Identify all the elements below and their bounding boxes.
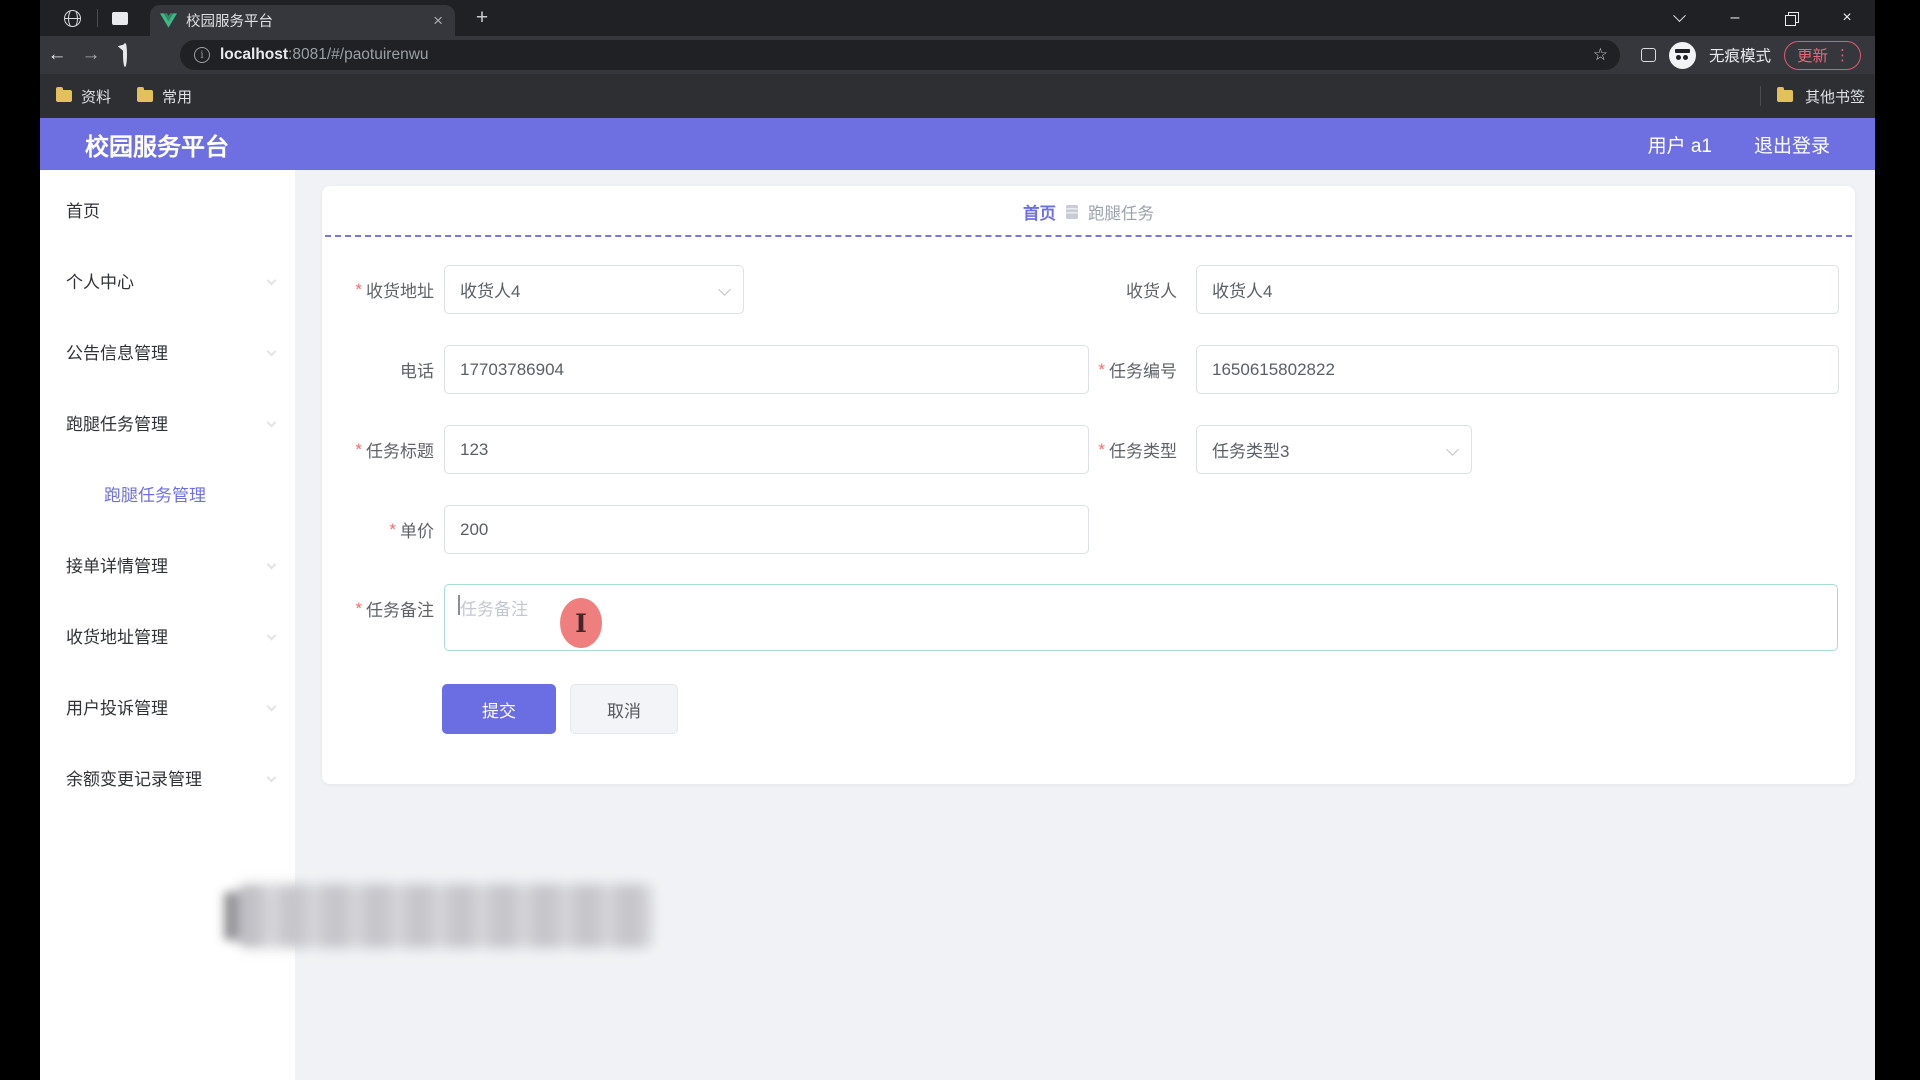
site-info-icon[interactable]: i xyxy=(194,47,210,63)
header-user-label[interactable]: 用户 a1 xyxy=(1648,131,1712,158)
field-label-task-number: * 任务编号 xyxy=(1098,359,1177,382)
sidebar-item-order-detail-mgmt[interactable]: 接单详情管理 xyxy=(40,529,295,600)
bookmark-folder-2[interactable]: 常用 xyxy=(137,86,192,107)
field-label-task-type: * 任务类型 xyxy=(1098,439,1177,462)
field-label-task-title: * 任务标题 xyxy=(355,439,434,462)
globe-icon xyxy=(63,9,81,27)
reload-icon xyxy=(123,42,127,67)
sidebar-item-personal-center[interactable]: 个人中心 xyxy=(40,245,295,316)
field-label-address: * 收货地址 xyxy=(355,279,434,302)
text-cursor-icon: I xyxy=(575,608,587,638)
tab-blank[interactable] xyxy=(102,4,138,32)
receiver-input[interactable] xyxy=(1196,265,1839,314)
sidebar-item-complaint-mgmt[interactable]: 用户投诉管理 xyxy=(40,671,295,742)
folder-icon xyxy=(56,87,72,102)
toolbar-right: 无痕模式 更新 ⋮ xyxy=(1640,36,1875,74)
address-bar[interactable]: i localhost:8081/#/paotuirenwu ☆ xyxy=(180,40,1620,70)
submit-button[interactable]: 提交 xyxy=(442,684,556,734)
screen: 校园服务平台 × + – × ← → i localhost:8081/#/pa… xyxy=(0,0,1920,1080)
task-type-select[interactable] xyxy=(1196,425,1472,474)
window-controls: – × xyxy=(1651,0,1875,36)
blank-favicon-icon xyxy=(112,11,128,25)
text-caret xyxy=(458,595,460,615)
bookmarks-bar: 资料 常用 其他书签 xyxy=(40,74,1875,118)
update-button[interactable]: 更新 ⋮ xyxy=(1783,40,1861,70)
dashed-divider xyxy=(325,235,1852,237)
side-panel-icon[interactable] xyxy=(1640,48,1656,62)
close-window-button[interactable]: × xyxy=(1819,0,1875,36)
vue-logo-icon xyxy=(160,13,177,28)
document-icon xyxy=(1066,205,1078,219)
chevron-down-icon xyxy=(266,630,277,641)
bookmarks-divider xyxy=(1759,86,1761,106)
sidebar-item-balance-record-mgmt[interactable]: 余额变更记录管理 xyxy=(40,742,295,813)
sidebar-item-home[interactable]: 首页 xyxy=(40,174,295,245)
menu-dots-icon[interactable]: ⋮ xyxy=(1835,46,1850,64)
form-card: 首页 跑腿任务 * 收货地址 收货人4 收货人 收货人4 电话 17703786… xyxy=(322,186,1855,784)
breadcrumb: 首页 跑腿任务 xyxy=(322,200,1855,224)
logout-link[interactable]: 退出登录 xyxy=(1754,131,1830,158)
url-text: localhost:8081/#/paotuirenwu xyxy=(220,46,429,64)
other-bookmarks[interactable]: 其他书签 xyxy=(1759,74,1865,118)
task-remark-textarea[interactable] xyxy=(444,584,1838,651)
breadcrumb-current: 跑腿任务 xyxy=(1088,205,1154,223)
chevron-down-icon xyxy=(266,559,277,570)
field-label-receiver: 收货人 xyxy=(1126,282,1177,301)
restore-icon xyxy=(1785,12,1799,26)
chevron-down-icon xyxy=(266,275,277,286)
incognito-label: 无痕模式 xyxy=(1708,48,1771,65)
field-label-unit-price: * 单价 xyxy=(389,519,434,542)
window-chevron-icon[interactable] xyxy=(1651,0,1707,36)
app-brand-title: 校园服务平台 xyxy=(85,133,229,161)
close-tab-icon[interactable]: × xyxy=(431,11,445,31)
browser-toolbar: ← → i localhost:8081/#/paotuirenwu ☆ 无痕模… xyxy=(40,36,1875,74)
sidebar-item-announcement-mgmt[interactable]: 公告信息管理 xyxy=(40,316,295,387)
new-tab-button[interactable]: + xyxy=(468,4,496,32)
reload-button[interactable] xyxy=(108,42,142,67)
chevron-down-icon xyxy=(266,346,277,357)
tab-title: 校园服务平台 xyxy=(186,14,273,30)
chevron-down-icon xyxy=(266,772,277,783)
task-number-input[interactable] xyxy=(1196,345,1839,394)
unit-price-input[interactable] xyxy=(444,505,1089,554)
field-label-phone: 电话 xyxy=(400,362,434,381)
tab-active[interactable]: 校园服务平台 × xyxy=(150,5,455,36)
tab-globe[interactable] xyxy=(50,4,94,32)
breadcrumb-home-link[interactable]: 首页 xyxy=(1023,200,1056,224)
mouse-cursor-indicator: I xyxy=(560,598,602,648)
address-select[interactable] xyxy=(444,265,744,314)
url-path: :8081/#/paotuirenwu xyxy=(288,46,429,63)
sidebar-item-address-mgmt[interactable]: 收货地址管理 xyxy=(40,600,295,671)
blurred-watermark xyxy=(238,884,653,948)
url-host: localhost xyxy=(220,46,289,63)
bookmark-folder-1[interactable]: 资料 xyxy=(56,86,111,107)
bookmark-star-icon[interactable]: ☆ xyxy=(1593,45,1608,65)
field-label-task-remark: * 任务备注 xyxy=(355,598,434,621)
folder-icon xyxy=(137,87,154,102)
app-header: 校园服务平台 用户 a1 退出登录 xyxy=(40,118,1875,170)
folder-icon xyxy=(1776,87,1793,102)
tab-separator xyxy=(97,9,98,27)
update-label: 更新 xyxy=(1796,48,1828,65)
sidebar-subitem-errand-task-mgmt-active[interactable]: 跑腿任务管理 xyxy=(40,458,295,529)
forward-button[interactable]: → xyxy=(74,44,108,66)
tab-strip: 校园服务平台 × + – × xyxy=(40,0,1875,36)
chevron-down-icon xyxy=(266,701,277,712)
back-button[interactable]: ← xyxy=(40,44,74,66)
incognito-icon xyxy=(1668,41,1696,69)
cancel-button[interactable]: 取消 xyxy=(570,684,678,734)
sidebar-item-errand-task-mgmt[interactable]: 跑腿任务管理 xyxy=(40,387,295,458)
minimize-button[interactable]: – xyxy=(1707,0,1763,36)
restore-button[interactable] xyxy=(1763,0,1819,36)
chevron-down-icon xyxy=(266,417,277,428)
